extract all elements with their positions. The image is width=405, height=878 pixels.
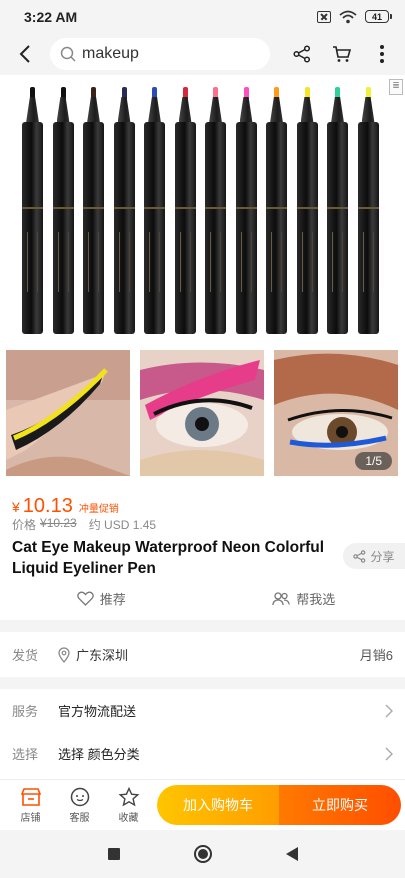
original-price: ¥10.23	[40, 516, 77, 530]
eyeliner-pen	[144, 87, 165, 334]
recommend-button[interactable]: 推荐	[0, 589, 203, 608]
service-row[interactable]: 服务 官方物流配送	[0, 689, 405, 732]
eyeliner-pen	[357, 87, 379, 334]
product-main-image[interactable]: ≣	[0, 75, 405, 343]
star-icon	[118, 786, 139, 806]
back-triangle-icon[interactable]	[285, 846, 299, 862]
eyeliner-pen	[296, 87, 318, 334]
help-choose-button[interactable]: 帮我选	[203, 589, 405, 608]
cart-icon	[333, 46, 352, 62]
purchase-buttons: 加入购物车 立即购买	[157, 785, 401, 825]
heart-icon	[76, 591, 94, 606]
add-to-cart-button[interactable]: 加入购物车	[157, 785, 279, 825]
shop-icon	[20, 787, 41, 806]
eyeliner-pen	[83, 87, 104, 334]
share-icon	[353, 549, 366, 563]
selection-row[interactable]: 选择 选择 颜色分类	[0, 732, 405, 775]
status-bar: 3:22 AM 41	[0, 0, 405, 33]
usd-price: 约 USD 1.45	[88, 518, 157, 532]
battery-icon: 41	[365, 10, 392, 23]
selection-label: 选择	[12, 747, 39, 762]
share-icon	[293, 45, 311, 63]
monthly-sales: 月销6	[359, 648, 393, 663]
service-selection-panel: 服务 官方物流配送 选择 选择 颜色分类	[0, 689, 405, 779]
eyeliner-pen	[235, 87, 257, 334]
wifi-icon	[339, 10, 357, 23]
search-input[interactable]	[82, 45, 252, 63]
chevron-right-icon	[385, 704, 393, 717]
more-vertical-icon	[380, 45, 384, 63]
thumbnail-blue-eyeliner[interactable]: 1/5	[274, 350, 398, 476]
product-detail-screen: 3:22 AM 41 makeup ≣ 1/5 ¥ 10.13 冲量促销 价格 …	[0, 0, 405, 878]
shipping-row[interactable]: 发货 广东深圳 月销6	[0, 632, 405, 677]
yellow-eyeliner-photo	[6, 350, 130, 476]
eyeliner-pen	[205, 87, 226, 334]
buy-now-button[interactable]: 立即购买	[279, 785, 401, 825]
top-nav	[0, 33, 405, 75]
status-time: 3:22 AM	[24, 8, 78, 25]
original-price-row: 价格 ¥10.23 约 USD 1.45	[12, 516, 156, 533]
product-title: Cat Eye Makeup Waterproof Neon Colorful …	[12, 539, 325, 577]
thumbnail-strip: 1/5	[0, 343, 405, 483]
service-label: 服务	[12, 704, 39, 719]
original-price-label: 价格	[12, 518, 37, 532]
pink-eyeliner-photo	[140, 350, 264, 476]
customer-service-label: 客服	[69, 812, 90, 824]
favorite-label: 收藏	[118, 812, 139, 824]
thumbnail-pink-eyeliner[interactable]	[140, 350, 264, 476]
favorite-button[interactable]: 收藏	[104, 786, 153, 824]
shipping-location: 广东深圳	[58, 645, 128, 664]
status-icons: 41	[317, 10, 392, 24]
chat-face-icon	[70, 787, 89, 806]
bottom-action-bar: 店铺 客服 收藏 加入购物车 立即购买	[0, 779, 405, 830]
recommend-label: 推荐	[99, 592, 126, 607]
back-arrow-icon	[19, 45, 30, 63]
eyeliner-pen	[113, 87, 135, 334]
more-button[interactable]	[362, 33, 402, 75]
eyeliner-pen	[52, 87, 74, 334]
cart-button[interactable]	[322, 33, 362, 75]
shipping-location-text: 广东深圳	[76, 648, 129, 663]
help-choose-label: 帮我选	[296, 592, 336, 607]
share-button[interactable]	[282, 33, 322, 75]
eyeliner-pens-image	[22, 87, 379, 334]
chevron-right-icon	[385, 747, 393, 760]
nav-actions	[282, 33, 402, 75]
selection-value: 选择 颜色分类	[58, 747, 140, 762]
shop-label: 店铺	[20, 812, 41, 824]
recent-apps-icon[interactable]	[107, 847, 121, 861]
eyeliner-pen	[327, 87, 348, 334]
location-pin-icon	[58, 646, 70, 663]
eyeliner-pen	[22, 87, 43, 334]
eyeliner-pen	[266, 87, 287, 334]
share-label: 分享	[370, 549, 395, 564]
home-icon[interactable]	[193, 844, 213, 864]
search-bar[interactable]	[50, 38, 270, 70]
shipping-label: 发货	[12, 648, 39, 663]
image-corner-icon: ≣	[389, 79, 403, 95]
product-info: ¥ 10.13 冲量促销 价格 ¥10.23 约 USD 1.45 Cat Ey…	[0, 483, 405, 620]
sim-off-icon	[317, 10, 331, 23]
shop-button[interactable]: 店铺	[6, 787, 55, 824]
service-value: 官方物流配送	[58, 704, 137, 719]
system-nav-bar	[0, 830, 405, 878]
currency-symbol: ¥	[12, 499, 20, 515]
current-price: 10.13	[22, 495, 73, 517]
price-row: ¥ 10.13 冲量促销	[12, 495, 119, 518]
promo-tag: 冲量促销	[78, 504, 119, 515]
share-pill-button[interactable]: 分享	[343, 543, 405, 569]
image-counter: 1/5	[355, 452, 392, 470]
back-button[interactable]	[0, 33, 50, 75]
thumbnail-yellow-eyeliner[interactable]	[6, 350, 130, 476]
eyeliner-pen	[174, 87, 196, 334]
product-actions: 推荐 帮我选	[0, 589, 405, 608]
customer-service-button[interactable]: 客服	[55, 787, 104, 824]
users-icon	[272, 591, 291, 605]
search-icon	[60, 46, 76, 62]
